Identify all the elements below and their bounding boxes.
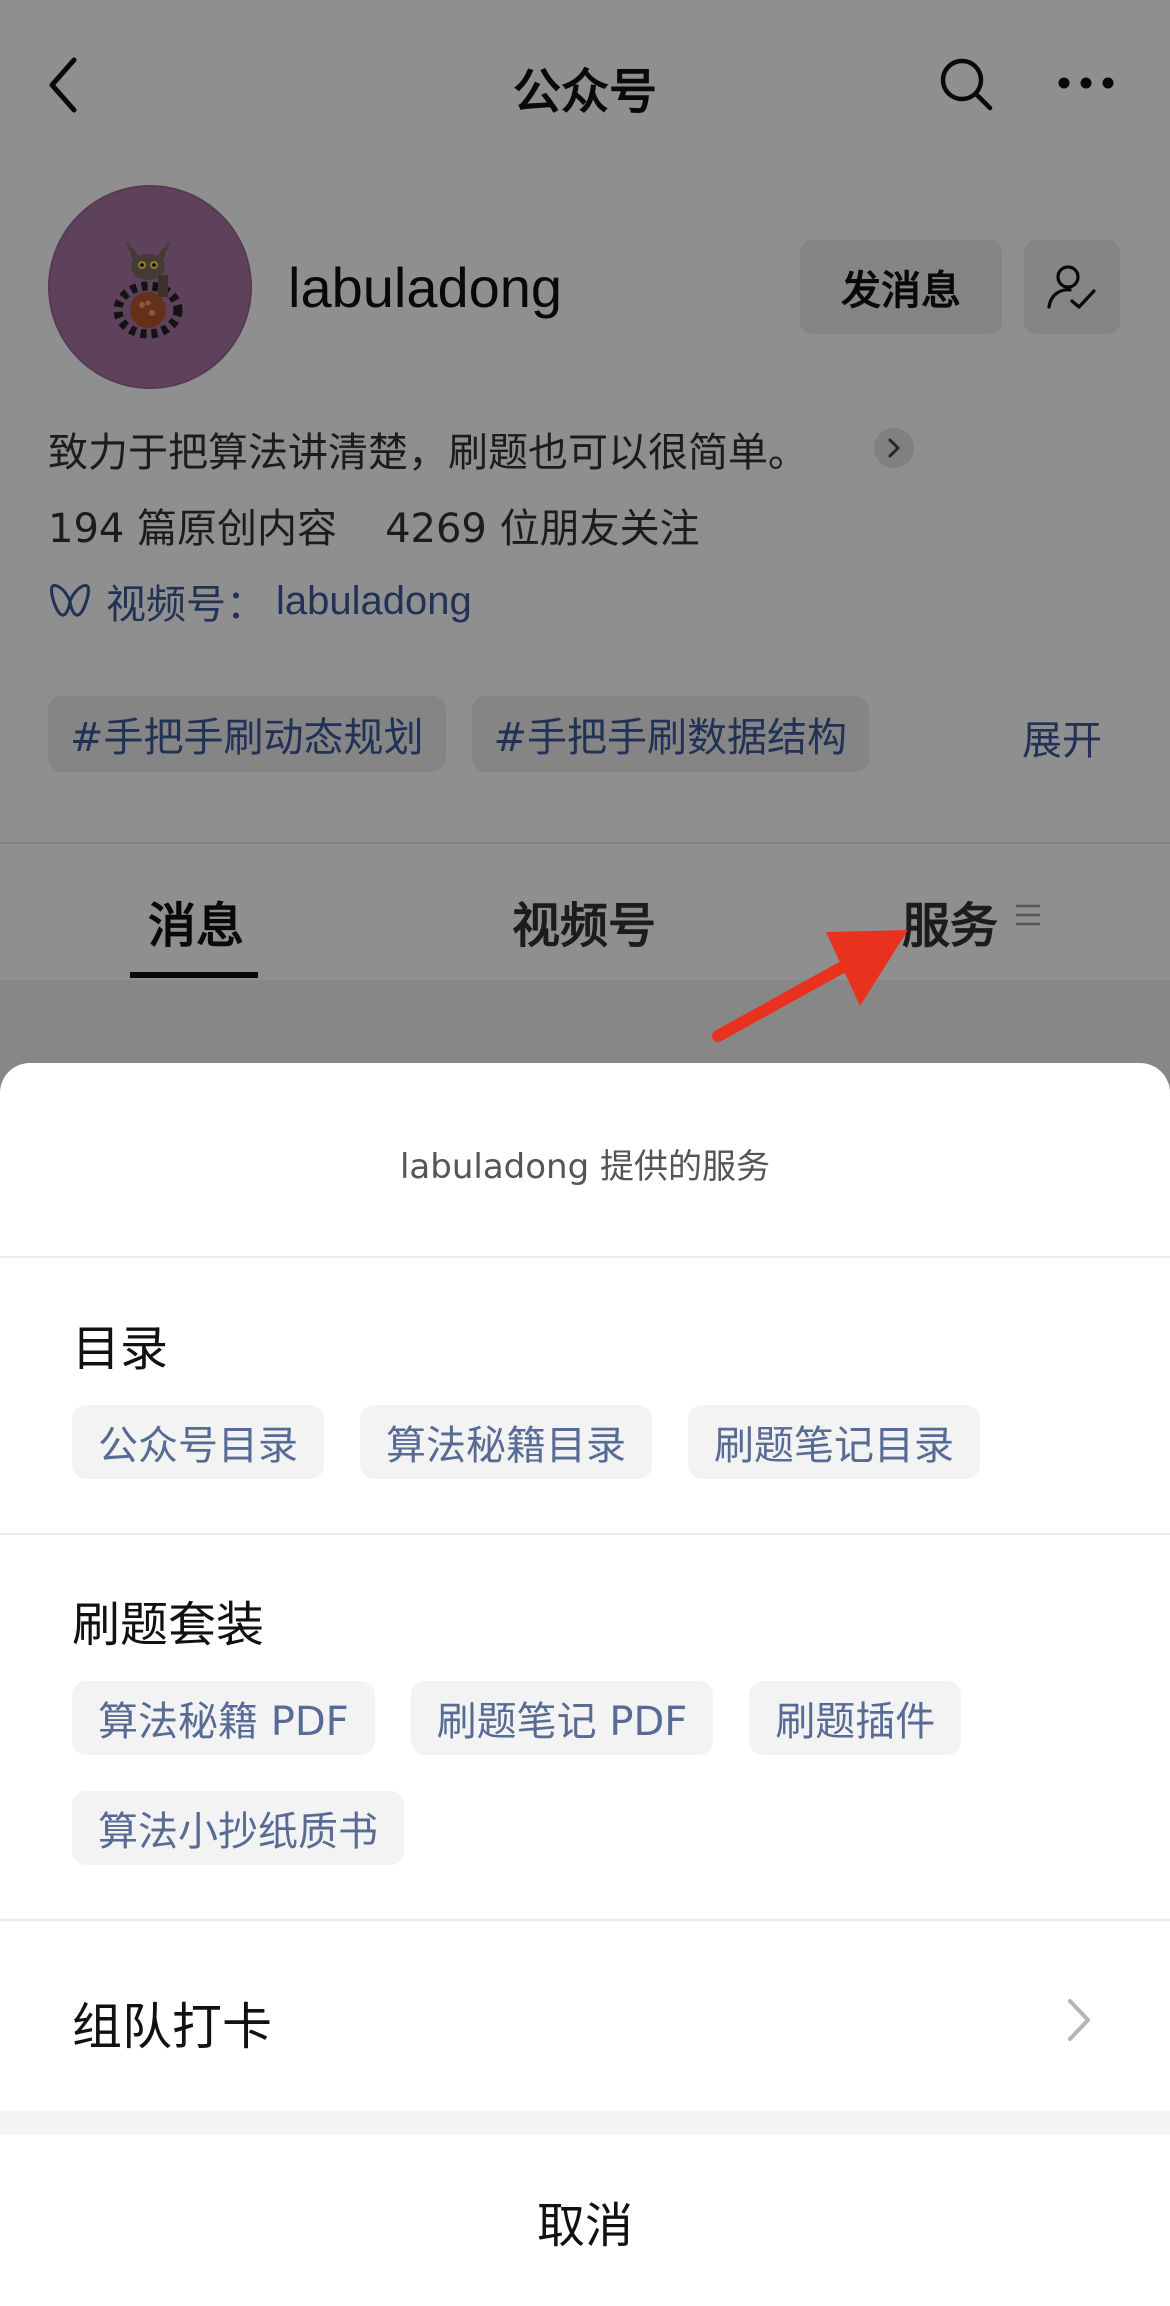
services-sheet: labuladong 提供的服务 目录 公众号目录 算法秘籍目录 刷题笔记目录 …	[0, 1063, 1170, 2306]
divider	[0, 1256, 1170, 1258]
chevron-right-icon	[1064, 1997, 1094, 2043]
practice-kit-chips: 算法秘籍 PDF 刷题笔记 PDF 刷题插件 算法小抄纸质书	[72, 1681, 1112, 1901]
cancel-button[interactable]: 取消	[0, 2135, 1170, 2306]
chip-plugin[interactable]: 刷题插件	[749, 1681, 962, 1755]
team-checkin-row[interactable]: 组队打卡	[0, 1921, 1170, 2111]
directory-chips: 公众号目录 算法秘籍目录 刷题笔记目录	[72, 1405, 1112, 1515]
section-title-directory: 目录	[72, 1321, 169, 1377]
divider	[0, 1533, 1170, 1535]
chip-algorithm-pdf[interactable]: 算法秘籍 PDF	[72, 1681, 375, 1755]
divider	[0, 2111, 1170, 2135]
chip-notes-pdf[interactable]: 刷题笔记 PDF	[410, 1681, 714, 1755]
chip-algorithm-directory[interactable]: 算法秘籍目录	[360, 1405, 652, 1479]
chip-paper-book[interactable]: 算法小抄纸质书	[72, 1791, 404, 1865]
section-title-practice-kit: 刷题套装	[72, 1597, 265, 1653]
sheet-title: labuladong 提供的服务	[399, 1147, 770, 1187]
chip-account-directory[interactable]: 公众号目录	[72, 1405, 324, 1479]
chip-notes-directory[interactable]: 刷题笔记目录	[688, 1405, 980, 1479]
team-checkin-label: 组队打卡	[72, 1998, 272, 2056]
